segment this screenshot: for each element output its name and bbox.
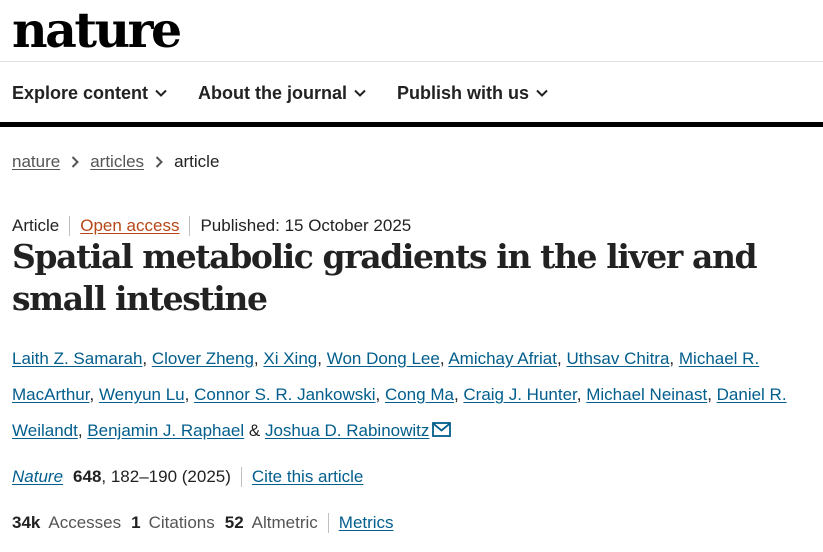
citation-line: Nature 648 , 182–190 (2025) Cite this ar… [12,465,363,489]
journal-volume: 648 [73,467,102,486]
author-link[interactable]: Laith Z. Samarah [12,349,142,368]
mail-icon[interactable] [432,422,452,437]
author-separator: , [375,385,385,404]
author-link[interactable]: Wenyun Lu [99,385,185,404]
accesses-label: Accesses [48,513,122,532]
author-list: Laith Z. Samarah, Clover Zheng, Xi Xing,… [12,341,812,449]
chevron-down-icon [536,89,548,97]
author-separator: , [453,385,464,404]
article-meta: Article Open access Published: 15 Octobe… [12,214,411,238]
author-link[interactable]: Benjamin J. Raphael [87,421,244,440]
nav-bottom-bar [0,122,823,127]
header-divider [0,61,823,62]
nature-logo[interactable]: nature [12,0,182,60]
journal-pages: , 182–190 (2025) [101,467,231,486]
author-link[interactable]: Connor S. R. Jankowski [194,385,375,404]
nav-item-label: Explore content [12,82,149,103]
open-access-link[interactable]: Open access [80,216,179,236]
author-link[interactable]: Craig J. Hunter [463,385,576,404]
author-separator: , [89,385,99,404]
author-link[interactable]: Xi Xing [263,349,317,368]
meta-divider [189,216,191,236]
nav-about-the-journal[interactable]: About the journal [198,83,366,104]
chevron-right-icon [155,156,163,168]
article-metrics: 34k Accesses 1 Citations 52 Altmetric Me… [12,511,394,535]
breadcrumb: nature articles article [12,150,219,174]
author-separator: , [669,349,679,368]
meta-divider [69,216,71,236]
author-link[interactable]: Joshua D. Rabinowitz [265,421,429,440]
meta-divider [327,513,329,533]
main-nav: Explore content About the journal Publis… [12,80,579,106]
author-separator: , [77,421,88,440]
author-separator: , [576,385,587,404]
altmetric-label: Altmetric [251,513,318,532]
nav-publish-with-us[interactable]: Publish with us [397,83,548,104]
article-type: Article [12,216,60,235]
meta-divider [240,467,242,487]
author-link[interactable]: Michael Neinast [586,385,707,404]
chevron-right-icon [71,156,80,168]
author-link[interactable]: Won Dong Lee [327,349,440,368]
breadcrumb-current: article [174,152,220,171]
author-separator: , [317,349,327,368]
nav-item-label: Publish with us [397,82,530,103]
author-separator: , [142,349,152,368]
cite-article-link[interactable]: Cite this article [252,467,363,487]
chevron-down-icon [354,89,366,97]
author-separator: , [707,385,717,404]
breadcrumb-link-nature[interactable]: nature [12,152,60,172]
breadcrumb-link-articles[interactable]: articles [90,152,144,172]
article-title: Spatial metabolic gradients in the liver… [12,237,758,318]
author-separator-last: & [244,421,265,440]
author-link[interactable]: Amichay Afriat [448,349,557,368]
author-separator: , [184,385,195,404]
journal-link[interactable]: Nature [12,467,63,487]
nav-explore-content[interactable]: Explore content [12,83,167,104]
published-date: Published: 15 October 2025 [200,216,412,235]
author-separator: , [253,349,264,368]
metrics-link[interactable]: Metrics [339,513,394,533]
chevron-down-icon [155,89,167,97]
citations-count: 1 [131,513,141,532]
accesses-count: 34k [12,513,41,532]
nav-item-label: About the journal [198,82,348,103]
author-link[interactable]: Uthsav Chitra [566,349,669,368]
author-link[interactable]: Clover Zheng [152,349,254,368]
citations-label: Citations [148,513,215,532]
altmetric-score: 52 [224,513,244,532]
author-link[interactable]: Cong Ma [385,385,454,404]
